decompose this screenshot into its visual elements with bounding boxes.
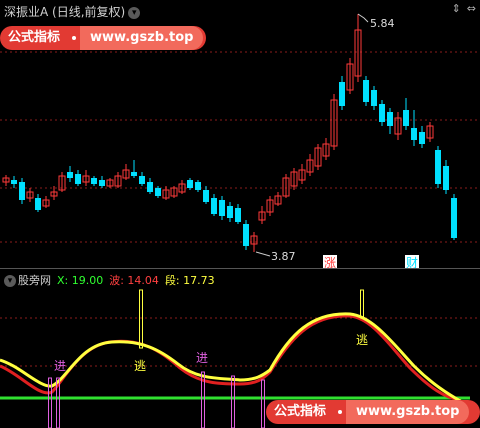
candle-body [131, 172, 137, 176]
candle-body [363, 80, 369, 102]
candle-body [139, 176, 145, 184]
panel-controls: ⇕ ⇔ [446, 2, 476, 15]
candle-body [147, 182, 153, 192]
candle-body [443, 166, 449, 190]
candle-body [155, 188, 161, 196]
promo-dot-icon [72, 35, 77, 40]
candle-body [419, 132, 425, 144]
chart-canvas: 5.843.87 涨财 进逃进逃 [0, 13, 480, 428]
candle-body [339, 82, 345, 106]
candle-body [435, 150, 441, 184]
indicator-name: 股旁网 [18, 274, 51, 287]
high-price-label: 5.84 [370, 17, 395, 30]
panel-divider [0, 268, 480, 269]
candle-body [227, 206, 233, 218]
promo-label: 公式指标 [8, 30, 61, 45]
window-title: 深振业A (日线,前复权) ▾ [4, 3, 141, 20]
candle-body [211, 198, 217, 214]
candle-body [203, 190, 209, 202]
candle-body [35, 198, 41, 210]
close-arrows-icon[interactable]: ⇔ [467, 2, 476, 15]
promo-label-bottom: 公式指标 [274, 404, 327, 419]
signal-bar [360, 289, 364, 319]
promo-url: www.gszb.top [80, 26, 204, 50]
low-price-label: 3.87 [271, 250, 296, 263]
high-pointer [357, 13, 369, 23]
collapse-arrows-icon[interactable]: ⇕ [452, 2, 461, 15]
promo-banner-bottom[interactable]: 公式指标 www.gszb.top [266, 400, 480, 424]
low-pointer [255, 251, 271, 257]
indicator-duan-value: 段: 17.73 [164, 274, 215, 287]
candle-body [371, 90, 377, 106]
indicator-bo-value: 波: 14.04 [109, 274, 159, 287]
promo-url-bottom: www.gszb.top [346, 400, 470, 424]
candle-body [11, 180, 17, 184]
candle-body [195, 182, 201, 190]
candle-body [411, 128, 417, 140]
candle-body [99, 180, 105, 186]
candle-body [67, 172, 73, 178]
indicator-chevron-icon[interactable]: ▾ [4, 275, 16, 287]
signal-mark: 逃 [356, 333, 368, 347]
indicator-x-value: X: 19.00 [57, 274, 104, 287]
candle-body [235, 208, 241, 222]
stock-title: 深振业A (日线,前复权) [4, 5, 126, 19]
candle-body [19, 182, 25, 200]
bo-line [0, 314, 461, 402]
signal-bar [139, 289, 143, 349]
candle-body [379, 104, 385, 122]
promo-dot-icon-bottom [338, 409, 343, 414]
signal-mark: 逃 [134, 359, 146, 373]
candle-body [187, 180, 193, 188]
chevron-down-icon[interactable]: ▾ [128, 6, 141, 19]
candle-body [403, 110, 409, 126]
candle-body [219, 200, 225, 216]
promo-banner[interactable]: 公式指标 www.gszb.top [0, 26, 206, 50]
candle-body [243, 224, 249, 246]
candle-body [451, 198, 457, 238]
signal-mark: 进 [196, 351, 208, 365]
indicator-title: ▾ 股旁网 X: 19.00 波: 14.04 段: 17.73 [4, 272, 221, 288]
candle-body [387, 112, 393, 126]
signal-mark: 进 [54, 359, 66, 373]
candle-body [91, 178, 97, 184]
candle-body [75, 174, 81, 184]
signal-bar [261, 379, 265, 428]
